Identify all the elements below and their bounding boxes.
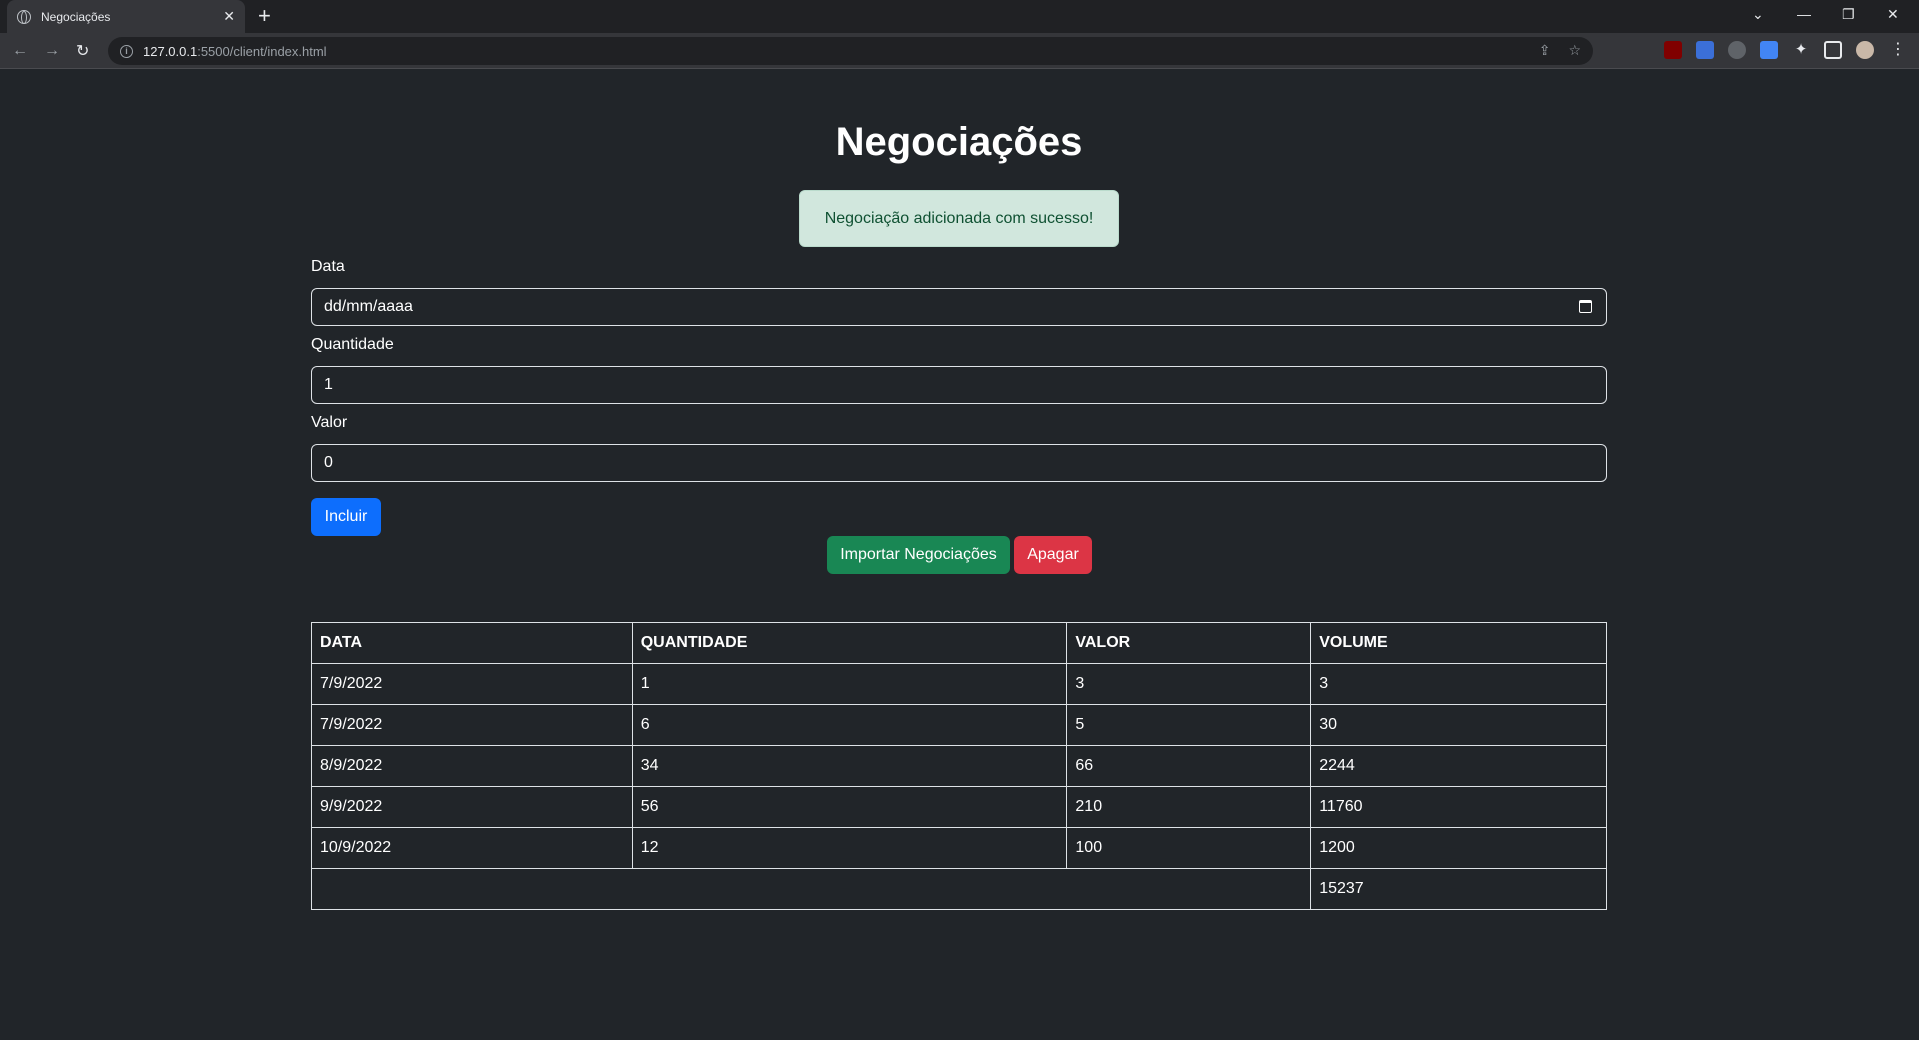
valor-label: Valor [311, 414, 348, 431]
quantidade-input[interactable]: 1 [311, 366, 1607, 404]
site-info-icon[interactable]: i [120, 44, 133, 58]
cell-volume: 30 [1310, 704, 1607, 746]
data-input[interactable]: dd/mm/aaaa [311, 288, 1607, 326]
cell-valor: 100 [1066, 827, 1312, 869]
new-tab-icon[interactable]: + [258, 3, 271, 29]
back-icon[interactable]: ← [12, 33, 28, 69]
header-quantidade: QUANTIDADE [631, 622, 1068, 664]
cell-quantidade: 12 [631, 827, 1068, 869]
browser-tab[interactable]: Negociações ✕ [7, 0, 245, 33]
apagar-button[interactable]: Apagar [1014, 536, 1092, 574]
valor-input[interactable]: 0 [311, 444, 1607, 482]
cell-valor: 66 [1066, 745, 1312, 787]
tab-title: Negociações [41, 9, 111, 24]
cell-valor: 3 [1066, 663, 1312, 705]
table-row: 7/9/2022 6 5 30 [311, 704, 1607, 746]
address-bar[interactable]: i 127.0.0.1 :5500/client/index.html ⇪ ☆ [108, 37, 1593, 65]
quantidade-label: Quantidade [311, 336, 394, 353]
cell-data: 8/9/2022 [311, 745, 633, 787]
menu-kebab-icon[interactable]: ⋮ [1890, 41, 1908, 59]
cell-volume: 2244 [1310, 745, 1607, 787]
page-content: Negociações Negociação adicionada com su… [0, 69, 1919, 1040]
header-data: DATA [311, 622, 633, 664]
importar-button[interactable]: Importar Negociações [827, 536, 1010, 574]
restore-icon[interactable]: ❐ [1842, 0, 1855, 28]
shield-extension-icon[interactable] [1696, 41, 1714, 59]
minimize-icon[interactable]: — [1797, 0, 1811, 28]
page-title: Negociações [835, 120, 1083, 164]
data-placeholder: dd/mm/aaaa [324, 298, 413, 315]
cell-data: 9/9/2022 [311, 786, 633, 828]
cell-valor: 5 [1066, 704, 1312, 746]
negociacoes-table: DATA QUANTIDADE VALOR VOLUME 7/9/2022 1 … [310, 622, 1607, 910]
reload-icon[interactable]: ↻ [76, 33, 89, 69]
table-row: 8/9/2022 34 66 2244 [311, 745, 1607, 787]
forward-icon[interactable]: → [44, 33, 60, 69]
data-label: Data [311, 258, 345, 275]
extensions-puzzle-icon[interactable]: ✦ [1792, 41, 1810, 59]
ublock-extension-icon[interactable] [1664, 41, 1682, 59]
url-path: :5500/client/index.html [197, 43, 327, 59]
success-alert: Negociação adicionada com sucesso! [799, 190, 1119, 247]
window-close-icon[interactable]: ✕ [1887, 0, 1899, 28]
cell-data: 7/9/2022 [311, 663, 633, 705]
side-panel-icon[interactable] [1824, 41, 1842, 59]
incluir-button[interactable]: Incluir [311, 498, 381, 536]
cell-quantidade: 56 [631, 786, 1068, 828]
glasses-extension-icon[interactable] [1728, 41, 1746, 59]
profile-avatar[interactable] [1856, 41, 1874, 59]
tab-close-icon[interactable]: ✕ [223, 8, 235, 25]
table-row: 7/9/2022 1 3 3 [311, 663, 1607, 705]
cell-data: 10/9/2022 [311, 827, 633, 869]
tab-search-icon[interactable]: ⌄ [1752, 0, 1764, 28]
table-footer-row: 15237 [310, 868, 1607, 910]
cell-valor: 210 [1066, 786, 1312, 828]
cell-quantidade: 34 [631, 745, 1068, 787]
translate-extension-icon[interactable] [1760, 41, 1778, 59]
cell-quantidade: 6 [631, 704, 1068, 746]
globe-icon [17, 9, 31, 24]
quantidade-value: 1 [324, 376, 333, 393]
calendar-icon[interactable] [1579, 300, 1592, 313]
browser-tab-bar: Negociações ✕ + ⌄ — ❐ ✕ [0, 0, 1919, 33]
total-volume: 15237 [1310, 868, 1607, 910]
header-valor: VALOR [1066, 622, 1312, 664]
share-icon[interactable]: ⇪ [1539, 42, 1551, 59]
valor-value: 0 [324, 454, 333, 471]
bookmark-star-icon[interactable]: ☆ [1568, 42, 1581, 59]
browser-toolbar: ← → ↻ i 127.0.0.1 :5500/client/index.htm… [0, 33, 1919, 69]
header-volume: VOLUME [1310, 622, 1607, 664]
footer-empty-cell [310, 868, 1312, 910]
cell-volume: 1200 [1310, 827, 1607, 869]
url-host: 127.0.0.1 [143, 43, 198, 59]
cell-quantidade: 1 [631, 663, 1068, 705]
table-row: 9/9/2022 56 210 11760 [311, 786, 1607, 828]
cell-data: 7/9/2022 [311, 704, 633, 746]
cell-volume: 3 [1310, 663, 1607, 705]
table-header-row: DATA QUANTIDADE VALOR VOLUME [311, 622, 1607, 664]
cell-volume: 11760 [1310, 786, 1607, 828]
table-row: 10/9/2022 12 100 1200 [311, 827, 1607, 869]
